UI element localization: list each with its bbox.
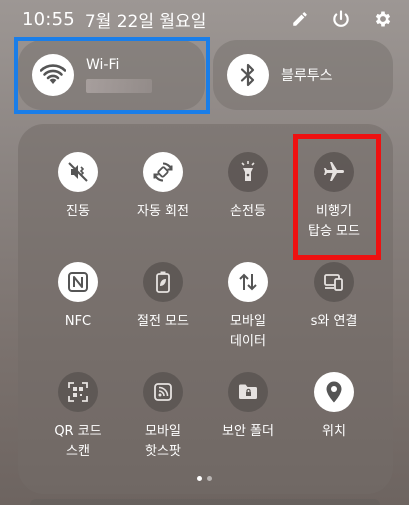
qs-label-nfc: NFC bbox=[64, 314, 92, 329]
status-actions bbox=[291, 9, 393, 29]
qs-label-mobile-data: 모바일 데이터 bbox=[230, 314, 266, 349]
qs-label-secure-folder: 보안 폴더 bbox=[222, 424, 274, 439]
edit-pencil-icon[interactable] bbox=[291, 10, 309, 28]
page-indicator bbox=[197, 476, 212, 481]
bluetooth-tile-text: 블루투스 bbox=[281, 65, 333, 85]
qs-label-connect-devices: s와 연결 bbox=[310, 314, 358, 329]
qr-scan-icon bbox=[58, 372, 98, 412]
qs-label-vibrate: 진동 bbox=[66, 204, 90, 219]
secure-folder-icon bbox=[228, 372, 268, 412]
qs-tile-flashlight[interactable]: 손전등 bbox=[205, 152, 291, 222]
qs-tile-vibrate[interactable]: 진동 bbox=[35, 152, 121, 222]
page-dot-2[interactable] bbox=[207, 476, 212, 481]
qs-tile-location[interactable]: 위치 bbox=[291, 372, 377, 442]
qs-label-auto-rotate: 자동 회전 bbox=[137, 204, 189, 219]
qs-tile-connect-devices[interactable]: s와 연결 bbox=[291, 262, 377, 332]
airplane-mode-highlight-frame bbox=[293, 134, 381, 260]
vibrate-icon bbox=[58, 152, 98, 192]
flashlight-icon bbox=[228, 152, 268, 192]
connect-devices-icon bbox=[314, 262, 354, 302]
qs-label-hotspot: 모바일 핫스팟 bbox=[145, 424, 181, 459]
qs-tile-mobile-data[interactable]: 모바일 데이터 bbox=[205, 262, 291, 352]
battery-saver-icon bbox=[143, 262, 183, 302]
auto-rotate-icon bbox=[143, 152, 183, 192]
status-date: 7월 22일 월요일 bbox=[84, 11, 207, 32]
qs-tile-secure-folder[interactable]: 보안 폴더 bbox=[205, 372, 291, 442]
qs-tile-hotspot[interactable]: 모바일 핫스팟 bbox=[120, 372, 206, 462]
qs-tile-auto-rotate[interactable]: 자동 회전 bbox=[120, 152, 206, 222]
qs-tile-battery-saver[interactable]: 절전 모드 bbox=[120, 262, 206, 332]
page-dot-1[interactable] bbox=[197, 476, 202, 481]
wifi-highlight-frame bbox=[14, 37, 210, 114]
mobile-data-icon bbox=[228, 262, 268, 302]
status-bar: 10:55 7월 22일 월요일 bbox=[0, 0, 409, 38]
qs-tile-qr-scan[interactable]: QR 코드 스캔 bbox=[35, 372, 121, 462]
bluetooth-label: 블루투스 bbox=[281, 68, 333, 84]
qs-tile-nfc[interactable]: NFC bbox=[35, 262, 121, 332]
media-panel-edge bbox=[30, 499, 380, 505]
location-icon bbox=[314, 372, 354, 412]
qs-label-qr-scan: QR 코드 스캔 bbox=[54, 424, 102, 459]
qs-label-flashlight: 손전등 bbox=[230, 204, 266, 219]
nfc-icon bbox=[58, 262, 98, 302]
bluetooth-icon bbox=[227, 54, 269, 96]
power-icon[interactable] bbox=[331, 9, 351, 29]
bluetooth-tile[interactable]: 블루투스 bbox=[213, 40, 393, 110]
qs-label-location: 위치 bbox=[322, 424, 346, 439]
hotspot-icon bbox=[143, 372, 183, 412]
qs-label-battery-saver: 절전 모드 bbox=[137, 314, 189, 329]
status-time: 10:55 bbox=[22, 8, 75, 30]
settings-gear-icon[interactable] bbox=[373, 9, 393, 29]
